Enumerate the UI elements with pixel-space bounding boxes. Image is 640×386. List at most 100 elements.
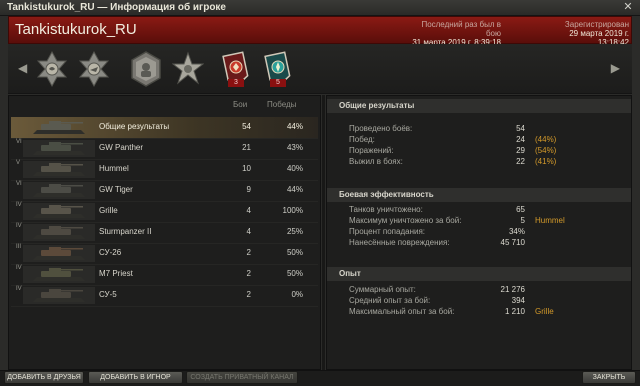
vehicle-wins: 50%	[286, 269, 303, 278]
vehicle-tier: III	[16, 244, 22, 250]
vehicle-list: Бои Победы Общие результаты 54 44% VI GW Pan…	[8, 95, 321, 370]
stat-extra: Grille	[535, 307, 554, 316]
stat-extra: (54%)	[535, 146, 557, 155]
stat-value: 45 710	[500, 238, 525, 247]
vehicle-wins: 44%	[286, 185, 303, 194]
close-button[interactable]: ЗАКРЫТЬ	[582, 371, 636, 384]
stat-value: 29	[516, 146, 525, 155]
vehicle-wins: 100%	[282, 206, 303, 215]
cross-medal-icon-1[interactable]	[36, 50, 68, 88]
vehicle-tier: IV	[16, 265, 22, 271]
vehicle-battles: 2	[246, 269, 251, 278]
vehicle-battles: 2	[246, 248, 251, 257]
vehicle-battles: 54	[242, 122, 251, 131]
table-row[interactable]: VI GW Tiger 9 44%	[11, 180, 318, 201]
stat-value: 54	[516, 124, 525, 133]
stat-row: Танков уничтожено: 65	[327, 205, 631, 215]
section-combat: Боевая эффективность	[327, 188, 631, 202]
stat-value: 1 210	[504, 307, 525, 316]
vehicle-battles: 10	[242, 164, 251, 173]
tank-icon	[23, 245, 95, 262]
vehicle-tier: IV	[16, 286, 22, 292]
add-friend-button[interactable]: ДОБАВИТЬ В ДРУЗЬЯ	[4, 371, 84, 384]
row-divider	[11, 306, 318, 307]
vehicle-name: GW Tiger	[99, 185, 133, 194]
stat-value: 65	[516, 205, 525, 214]
stat-label: Поражений:	[349, 146, 394, 155]
stat-value: 5	[520, 216, 525, 225]
stat-value: 24	[516, 135, 525, 144]
vehicle-name: Общие результаты	[99, 122, 170, 131]
vehicle-name: Sturmpanzer II	[99, 227, 152, 236]
stat-value: 394	[511, 296, 525, 305]
tank-icon	[23, 182, 95, 199]
close-icon[interactable]: ✕	[622, 1, 634, 13]
tank-icon	[23, 287, 95, 304]
table-row[interactable]: IV Grille 4 100%	[11, 201, 318, 222]
vehicle-wins: 50%	[286, 248, 303, 257]
player-name: Tankistukurok_RU	[15, 21, 137, 38]
last-battle-info: Последний раз был в бою 31 марта 2019 г.…	[409, 20, 501, 47]
vehicle-battles: 21	[242, 143, 251, 152]
vehicle-name: M7 Priest	[99, 269, 133, 278]
vehicle-battles: 2	[246, 290, 251, 299]
vehicle-wins: 25%	[286, 227, 303, 236]
vehicle-tier: VI	[16, 139, 22, 145]
stat-value: 21 276	[500, 285, 525, 294]
vehicle-battles: 4	[246, 206, 251, 215]
cross-medal-icon-2[interactable]	[78, 50, 110, 88]
stat-label: Максимальный опыт за бой:	[349, 307, 455, 316]
stat-label: Проведено боёв:	[349, 124, 413, 133]
add-ignore-button[interactable]: ДОБАВИТЬ В ИГНОР	[88, 371, 183, 384]
tank-icon	[23, 140, 95, 157]
section-combat-title: Боевая эффективность	[339, 190, 434, 199]
section-general: Общие результаты	[327, 99, 631, 113]
stat-label: Процент попадания:	[349, 227, 426, 236]
table-row[interactable]: IV СУ-5 2 0%	[11, 285, 318, 306]
registered-label: Зарегистрирован	[564, 20, 629, 29]
table-row[interactable]: Общие результаты 54 44%	[11, 117, 318, 138]
tank-icon	[23, 266, 95, 283]
table-row[interactable]: IV M7 Priest 2 50%	[11, 264, 318, 285]
scroll-right-icon[interactable]: ▶	[611, 61, 620, 75]
table-row[interactable]: V Hummel 10 40%	[11, 159, 318, 180]
create-channel-button[interactable]: СОЗДАТЬ ПРИВАТНЫЙ КАНАЛ	[186, 371, 298, 384]
stat-row: Процент попадания: 34%	[327, 227, 631, 237]
section-exp: Опыт	[327, 267, 631, 281]
stat-extra: (41%)	[535, 157, 557, 166]
window-title: Tankistukurok_RU — Информация об игроке	[7, 2, 226, 13]
vehicle-tier: IV	[16, 223, 22, 229]
stat-row: Проведено боёв: 54	[327, 124, 631, 134]
vehicle-wins: 44%	[286, 122, 303, 131]
section-general-title: Общие результаты	[339, 101, 415, 110]
col-wins-header: Победы	[267, 100, 297, 109]
class-badge-icon[interactable]	[130, 50, 162, 88]
stat-extra: (44%)	[535, 135, 557, 144]
vehicle-wins: 43%	[286, 143, 303, 152]
vehicle-name: GW Panther	[99, 143, 144, 152]
table-row[interactable]: IV Sturmpanzer II 4 25%	[11, 222, 318, 243]
col-battles-header: Бои	[233, 100, 248, 109]
stat-row: Суммарный опыт: 21 276	[327, 285, 631, 295]
tank-icon	[23, 119, 95, 136]
tank-icon	[23, 224, 95, 241]
vehicle-name: СУ-5	[99, 290, 117, 299]
stat-label: Выжил в боях:	[349, 157, 403, 166]
vehicle-tier: VI	[16, 181, 22, 187]
vehicle-tier: V	[16, 160, 21, 166]
table-row[interactable]: VI GW Panther 21 43%	[11, 138, 318, 159]
stats-panel: Общие результаты Проведено боёв: 54 Побед:…	[326, 95, 632, 370]
vehicle-list-scrollbar[interactable]	[322, 95, 325, 370]
window-titlebar: Tankistukurok_RU — Информация об игроке …	[0, 0, 640, 16]
table-row[interactable]: III СУ-26 2 50%	[11, 243, 318, 264]
stat-row: Максимум уничтожено за бой: 5 Hummel	[327, 216, 631, 226]
red-achievement-count: 3	[228, 79, 244, 87]
vehicle-battles: 9	[246, 185, 251, 194]
stat-label: Нанесённые повреждения:	[349, 238, 450, 247]
scroll-left-icon[interactable]: ◀	[18, 61, 27, 75]
vehicle-wins: 0%	[291, 290, 303, 299]
medals-strip: ◀ ▶ 3 5	[8, 44, 632, 94]
section-exp-title: Опыт	[339, 269, 361, 278]
star-medal-icon[interactable]	[171, 50, 205, 88]
stat-extra: Hummel	[535, 216, 565, 225]
